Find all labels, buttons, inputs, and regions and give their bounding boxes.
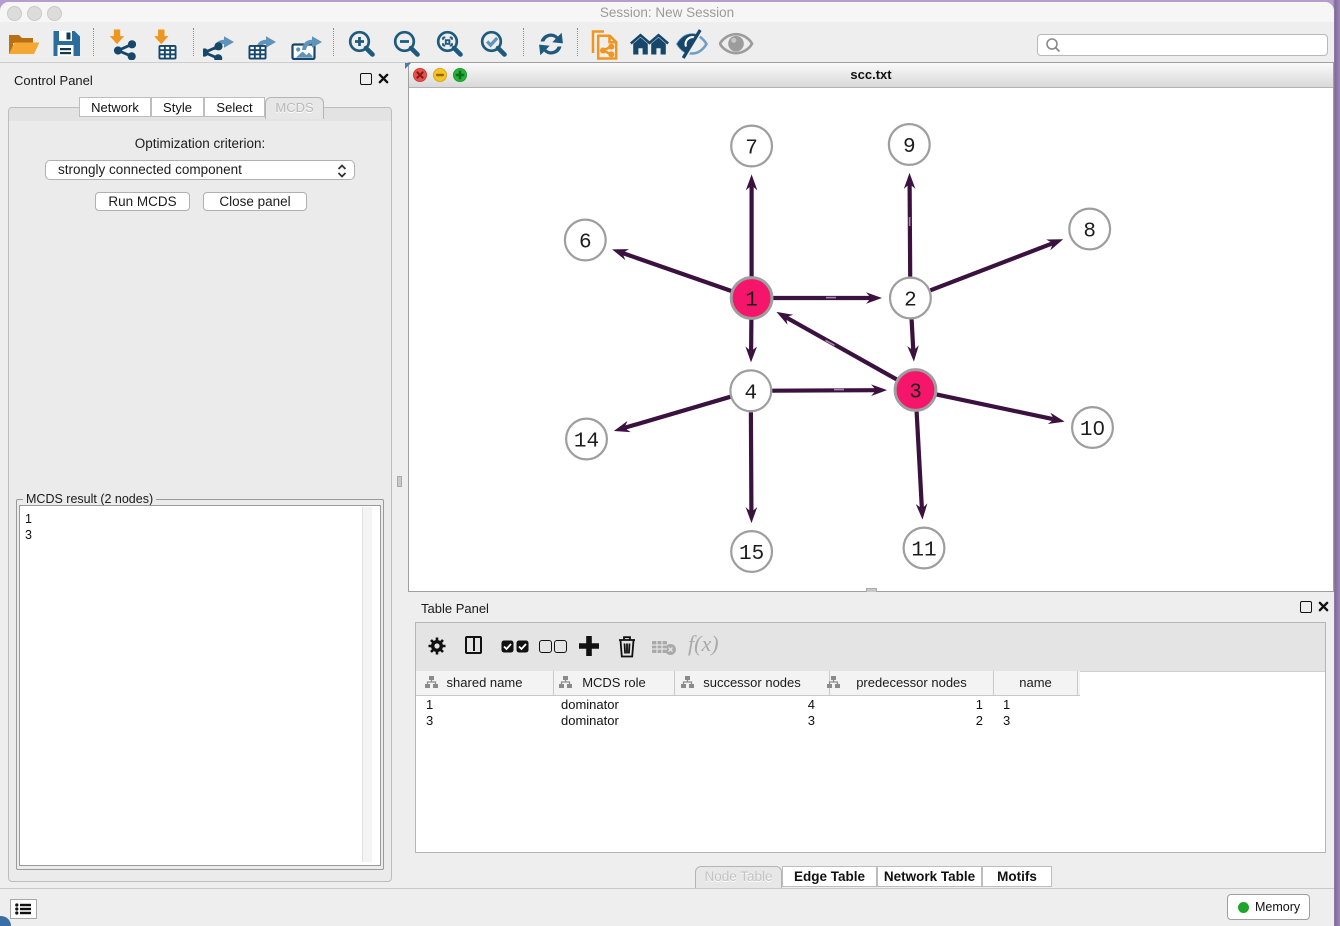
svg-text:4: 4 [744,382,757,405]
svg-text:3: 3 [909,382,922,405]
svg-text:8: 8 [1083,221,1096,244]
svg-text:14: 14 [574,431,599,454]
svg-text:11: 11 [911,540,936,563]
svg-text:15: 15 [739,543,764,566]
svg-text:6: 6 [579,232,592,255]
svg-text:7: 7 [745,138,758,161]
svg-text:1: 1 [745,290,758,313]
svg-text:2: 2 [904,290,917,313]
svg-text:9: 9 [903,136,916,159]
svg-text:10: 10 [1080,419,1105,442]
